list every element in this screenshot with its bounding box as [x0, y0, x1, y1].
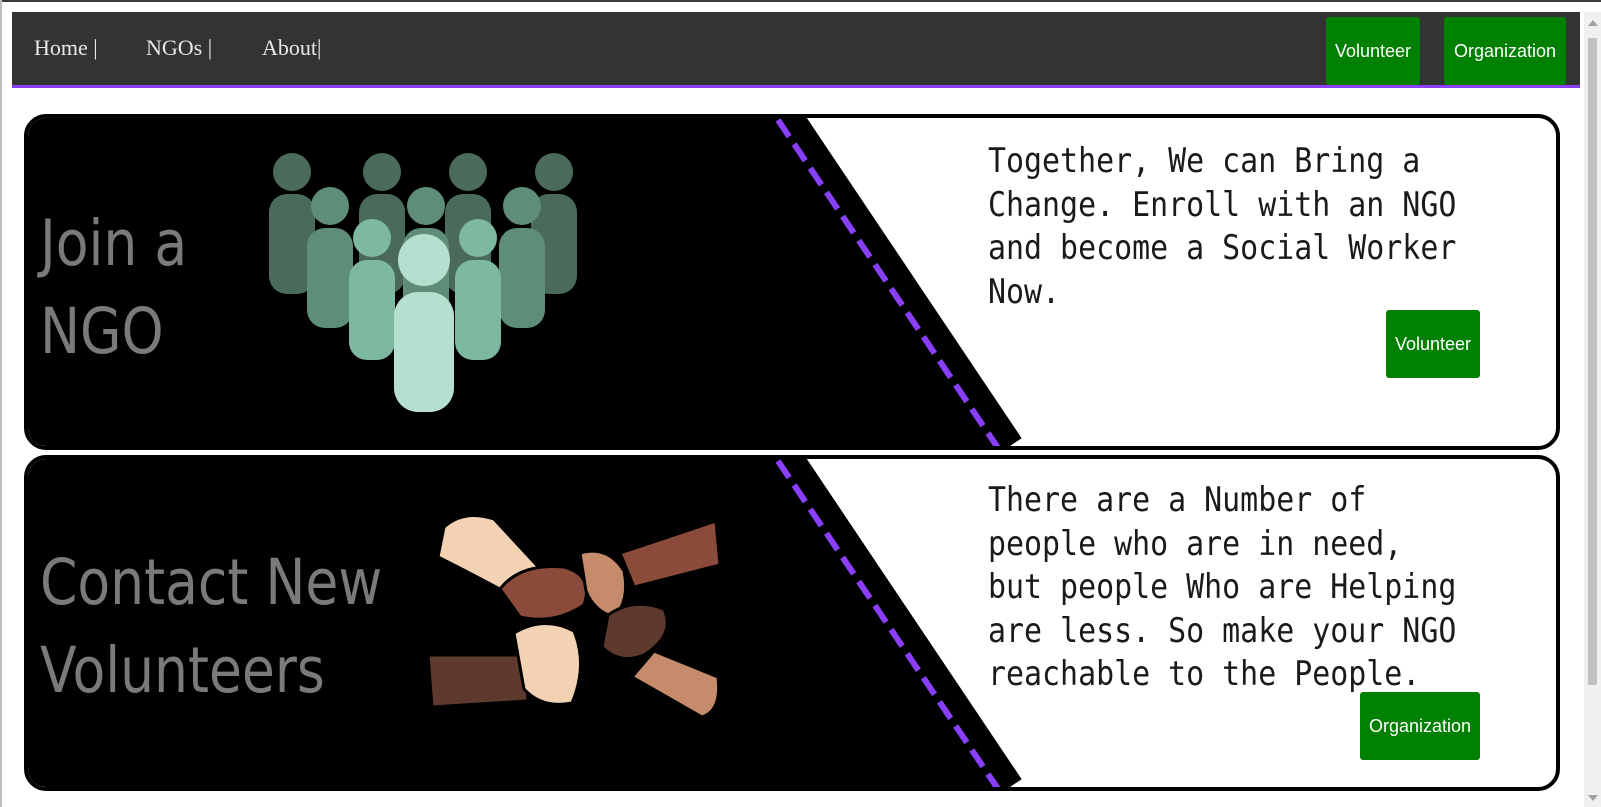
vertical-scrollbar[interactable]: [1584, 12, 1601, 807]
navbar: Home | NGOs | About| Volunteer Organizat…: [12, 12, 1580, 88]
scroll-down-arrow-icon[interactable]: [1588, 795, 1598, 801]
window-frame-left: [0, 0, 2, 807]
nav-organization-button[interactable]: Organization: [1444, 17, 1566, 85]
joined-hands-icon: [426, 513, 722, 719]
banner-description: Together, We can Bring a Change. Enroll …: [988, 141, 1457, 312]
banner-contact-volunteers: Contact New Volunteers There are a Numbe…: [24, 455, 1560, 791]
nav-link-ngos[interactable]: NGOs |: [146, 35, 212, 61]
banner-description: There are a Number of people who are in …: [988, 480, 1457, 694]
window-frame-top: [0, 0, 1601, 2]
scroll-thumb[interactable]: [1588, 38, 1597, 685]
banner-headline-line1: Contact New: [40, 546, 383, 619]
banner-headline-line2: Volunteers: [40, 634, 325, 707]
banner-volunteer-button[interactable]: Volunteer: [1386, 310, 1480, 378]
nav-volunteer-button[interactable]: Volunteer: [1326, 17, 1420, 85]
scroll-up-arrow-icon[interactable]: [1588, 20, 1598, 26]
people-group-icon: [269, 153, 577, 412]
banner-join-ngo: Join a NGO Together, We can Bring a Chan…: [24, 114, 1560, 450]
banner-organization-button[interactable]: Organization: [1360, 692, 1480, 760]
banner-headline-line1: Join a: [40, 207, 188, 280]
banner-headline-line2: NGO: [40, 295, 164, 368]
nav-link-about[interactable]: About|: [262, 35, 321, 61]
nav-link-home[interactable]: Home |: [34, 35, 98, 61]
